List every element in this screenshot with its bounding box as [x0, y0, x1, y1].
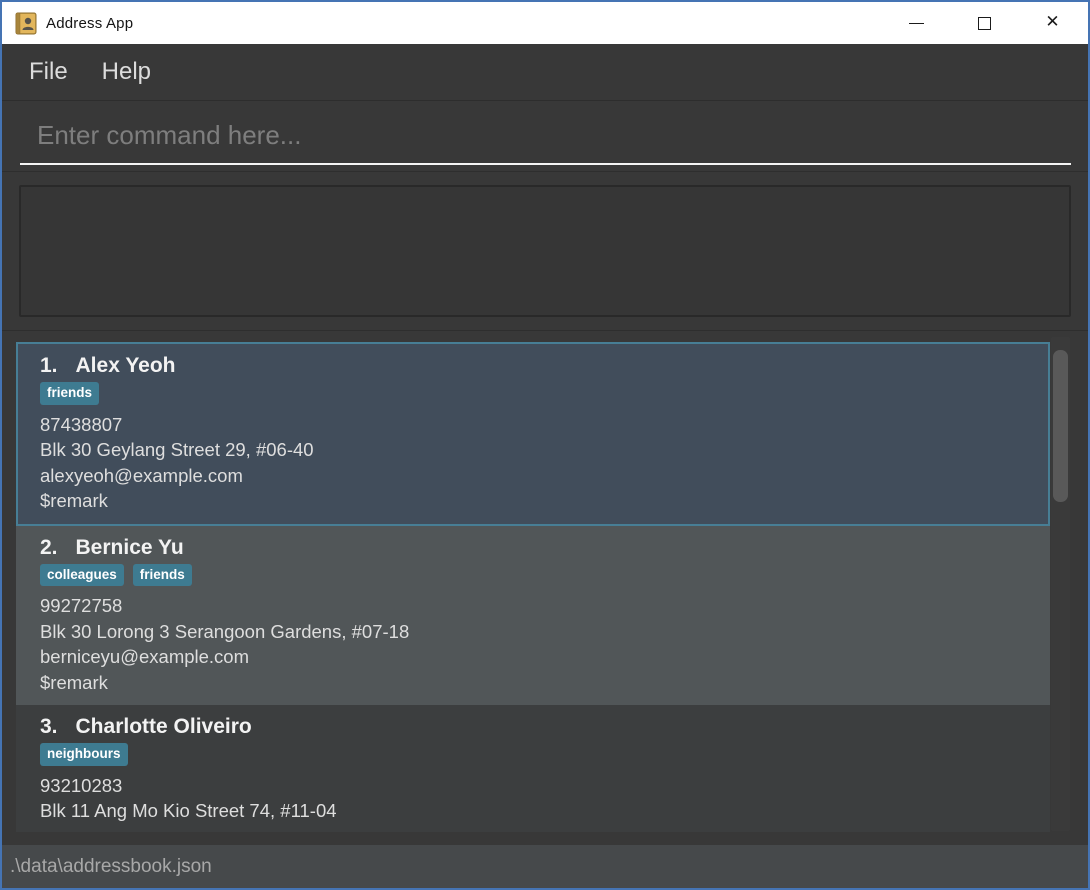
- window-controls: ✕: [893, 2, 1088, 44]
- person-email: berniceyu@example.com: [40, 644, 1026, 670]
- person-tags: neighbours: [40, 743, 1026, 766]
- close-button[interactable]: ✕: [1029, 2, 1076, 44]
- maximize-button[interactable]: [961, 2, 1008, 44]
- scrollbar-thumb[interactable]: [1053, 350, 1068, 502]
- command-pane: [2, 101, 1088, 171]
- person-remark: $remark: [40, 670, 1026, 696]
- person-phone: 87438807: [40, 412, 1026, 438]
- maximize-icon: [978, 17, 991, 30]
- app-window: Address App ✕ File Help 1. Alex Yeoh fri…: [0, 0, 1090, 890]
- minimize-button[interactable]: [893, 2, 940, 44]
- tag-badge: friends: [133, 564, 192, 587]
- person-name-row: 1. Alex Yeoh: [40, 354, 1026, 378]
- person-name: Alex Yeoh: [76, 354, 176, 378]
- person-phone: 93210283: [40, 773, 1026, 799]
- person-index: 2.: [40, 536, 58, 560]
- menubar: File Help: [2, 44, 1088, 101]
- person-email: alexyeoh@example.com: [40, 463, 1026, 489]
- command-input[interactable]: [20, 113, 1071, 165]
- person-card-2[interactable]: 2. Bernice Yu colleagues friends 9927275…: [16, 526, 1050, 706]
- person-card-3[interactable]: 3. Charlotte Oliveiro neighbours 9321028…: [16, 705, 1050, 832]
- person-name-row: 3. Charlotte Oliveiro: [40, 715, 1026, 739]
- person-list: 1. Alex Yeoh friends 87438807 Blk 30 Gey…: [16, 342, 1050, 832]
- person-index: 3.: [40, 715, 58, 739]
- menu-file[interactable]: File: [27, 54, 70, 90]
- person-address: Blk 30 Geylang Street 29, #06-40: [40, 437, 1026, 463]
- person-list-panel: 1. Alex Yeoh friends 87438807 Blk 30 Gey…: [2, 331, 1088, 845]
- person-index: 1.: [40, 354, 58, 378]
- tag-badge: neighbours: [40, 743, 128, 766]
- person-name: Bernice Yu: [76, 536, 184, 560]
- person-tags: colleagues friends: [40, 564, 1026, 587]
- address-book-icon: [15, 12, 37, 35]
- person-address: Blk 30 Lorong 3 Serangoon Gardens, #07-1…: [40, 619, 1026, 645]
- save-location-status: .\data\addressbook.json: [10, 856, 212, 878]
- titlebar: Address App ✕: [2, 2, 1088, 44]
- person-card-1[interactable]: 1. Alex Yeoh friends 87438807 Blk 30 Gey…: [16, 342, 1050, 526]
- person-name: Charlotte Oliveiro: [76, 715, 252, 739]
- person-tags: friends: [40, 382, 1026, 405]
- person-remark: $remark: [40, 488, 1026, 514]
- result-pane: [2, 171, 1088, 331]
- statusbar: .\data\addressbook.json: [2, 845, 1088, 888]
- minimize-icon: [909, 23, 924, 24]
- tag-badge: colleagues: [40, 564, 124, 587]
- result-display[interactable]: [19, 185, 1071, 317]
- menu-help[interactable]: Help: [100, 54, 153, 90]
- window-title: Address App: [46, 15, 133, 32]
- person-address: Blk 11 Ang Mo Kio Street 74, #11-04: [40, 798, 1026, 824]
- tag-badge: friends: [40, 382, 99, 405]
- person-phone: 99272758: [40, 593, 1026, 619]
- person-name-row: 2. Bernice Yu: [40, 536, 1026, 560]
